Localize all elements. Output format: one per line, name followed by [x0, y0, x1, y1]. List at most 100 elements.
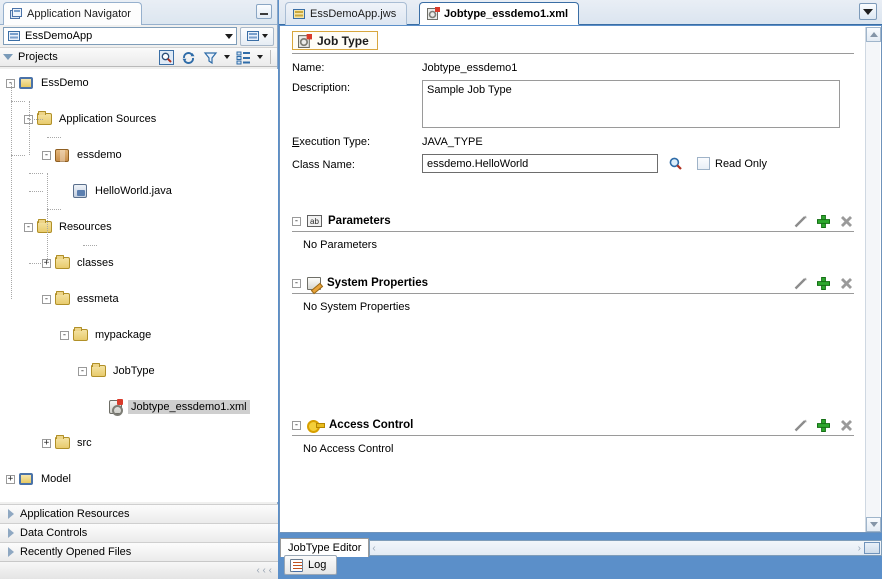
- tree-node-label: essdemo: [74, 148, 125, 162]
- tree-expand-toggle[interactable]: -: [60, 331, 69, 340]
- search-icon[interactable]: [157, 49, 175, 66]
- hscroll-left-arrow[interactable]: ‹: [372, 543, 375, 554]
- log-tab-label: Log: [308, 559, 326, 571]
- collapse-toggle[interactable]: -: [292, 217, 301, 226]
- edit-icon[interactable]: [793, 214, 808, 229]
- badge-divider: [292, 53, 854, 54]
- tab-list-dropdown-button[interactable]: [859, 3, 877, 20]
- hscroll-right-arrow[interactable]: ›: [858, 543, 861, 554]
- expand-triangle-icon: [8, 547, 14, 557]
- execution-type-value: JAVA_TYPE: [422, 134, 483, 148]
- read-only-field: Read Only: [697, 157, 767, 170]
- tree-expand-toggle[interactable]: +: [42, 439, 51, 448]
- project-tree[interactable]: -EssDemo-Application Sources-essdemoHell…: [0, 69, 278, 502]
- folder-icon: [55, 291, 71, 307]
- add-icon[interactable]: [816, 276, 831, 291]
- class-name-label: Class Name:: [292, 157, 422, 171]
- editor-footer: JobType Editor ‹ ›: [279, 533, 882, 557]
- collapse-triangle-icon[interactable]: [3, 54, 13, 60]
- tree-node[interactable]: + Model: [0, 470, 278, 488]
- refresh-icon[interactable]: [179, 49, 197, 66]
- delete-icon[interactable]: [839, 276, 854, 291]
- read-only-checkbox[interactable]: [697, 157, 710, 170]
- form-row-class-name: Class Name: essdemo.HelloWorld Read Only: [292, 154, 852, 173]
- tree-guide-line: [11, 101, 25, 102]
- application-combo[interactable]: EssDemoApp: [3, 27, 237, 45]
- tree-node[interactable]: Jobtype_essdemo1.xml: [0, 398, 278, 416]
- folder-icon: [91, 363, 107, 379]
- editor-tab-jobtype-essdemo1-xml[interactable]: Jobtype_essdemo1.xml: [419, 2, 579, 25]
- tree-expand-toggle[interactable]: -: [42, 295, 51, 304]
- java-class-icon: [73, 183, 89, 199]
- log-tab[interactable]: Log: [284, 555, 337, 575]
- tree-expand-toggle[interactable]: -: [24, 223, 33, 232]
- edit-icon[interactable]: [793, 418, 808, 433]
- hscroll-thumb[interactable]: [864, 542, 880, 554]
- description-textarea[interactable]: Sample Job Type: [422, 80, 840, 128]
- tree-node[interactable]: -JobType: [0, 362, 278, 380]
- edit-icon[interactable]: [793, 276, 808, 291]
- tree-node[interactable]: - mypackage: [0, 326, 278, 344]
- class-name-browse-icon[interactable]: [668, 156, 683, 171]
- accordion-label: Data Controls: [20, 527, 87, 539]
- tree-node[interactable]: -essmeta: [0, 290, 278, 308]
- tree-node[interactable]: - essdemo: [0, 146, 278, 164]
- editor-vertical-scrollbar[interactable]: [865, 27, 880, 532]
- tree-expand-toggle[interactable]: -: [42, 151, 51, 160]
- tree-node[interactable]: -EssDemo: [0, 74, 278, 92]
- minimize-button[interactable]: [256, 4, 272, 19]
- application-combo-value: EssDemoApp: [25, 30, 217, 42]
- name-label: Name:: [292, 60, 422, 74]
- tree-expand-toggle[interactable]: +: [6, 475, 15, 484]
- footer-chevrons[interactable]: ‹ ‹ ‹: [256, 565, 272, 576]
- tree-guide-line: [47, 209, 61, 210]
- add-icon[interactable]: [816, 214, 831, 229]
- tree-guide-line: [29, 173, 43, 174]
- form-row-name: Name: Jobtype_essdemo1: [292, 60, 852, 74]
- filter-icon[interactable]: [201, 49, 219, 66]
- application-menu-button[interactable]: [240, 27, 274, 46]
- delete-icon[interactable]: [839, 214, 854, 229]
- editor-horizontal-scrollbar[interactable]: ‹ ›: [369, 540, 882, 556]
- filter-dropdown-icon[interactable]: [224, 55, 230, 59]
- tree-guide-line: [65, 227, 79, 228]
- accordion-application-resources[interactable]: Application Resources: [0, 504, 278, 523]
- chevron-down-icon[interactable]: [221, 28, 236, 44]
- tree-node-spacer: [96, 403, 105, 412]
- editor-tab-essdemoapp-jws[interactable]: EssDemoApp.jws: [285, 2, 407, 25]
- tree-node-label: mypackage: [92, 328, 154, 342]
- jobtype-xml-icon: [298, 34, 312, 48]
- name-value: Jobtype_essdemo1: [422, 60, 517, 74]
- collapse-toggle[interactable]: -: [292, 421, 301, 430]
- tree-guide-line: [83, 245, 97, 246]
- tree-node-label: classes: [74, 256, 117, 270]
- tree-node-label: Application Sources: [56, 112, 159, 126]
- section-actions: [793, 276, 854, 291]
- tree-node-label: src: [74, 436, 95, 450]
- group-by-dropdown-icon[interactable]: [257, 55, 263, 59]
- tree-node-label: Jobtype_essdemo1.xml: [128, 400, 250, 414]
- application-icon: [8, 30, 21, 42]
- group-by-icon[interactable]: [234, 49, 252, 66]
- tree-guide-line: [47, 137, 61, 138]
- description-label: Description:: [292, 80, 422, 94]
- add-icon[interactable]: [816, 418, 831, 433]
- tree-node[interactable]: + src: [0, 434, 278, 452]
- class-name-input[interactable]: essdemo.HelloWorld: [422, 154, 658, 173]
- delete-icon[interactable]: [839, 418, 854, 433]
- tab-label: Application Navigator: [27, 8, 131, 20]
- scroll-down-button[interactable]: [866, 517, 881, 532]
- tree-expand-toggle[interactable]: -: [78, 367, 87, 376]
- accordion-data-controls[interactable]: Data Controls: [0, 523, 278, 542]
- section-empty-text: No System Properties: [292, 294, 854, 313]
- navigator-accordions: Application Resources Data Controls Rece…: [0, 504, 278, 561]
- scroll-up-button[interactable]: [866, 27, 881, 42]
- tree-node-label: Model: [38, 472, 74, 486]
- accordion-recently-opened-files[interactable]: Recently Opened Files: [0, 542, 278, 561]
- jobtype-xml-icon: [427, 7, 440, 20]
- form-row-description: Description: Sample Job Type: [292, 80, 852, 128]
- collapse-toggle[interactable]: -: [292, 279, 301, 288]
- tab-application-navigator[interactable]: Application Navigator: [3, 2, 142, 25]
- jws-file-icon: [293, 8, 306, 20]
- tree-node[interactable]: -Resources: [0, 218, 278, 236]
